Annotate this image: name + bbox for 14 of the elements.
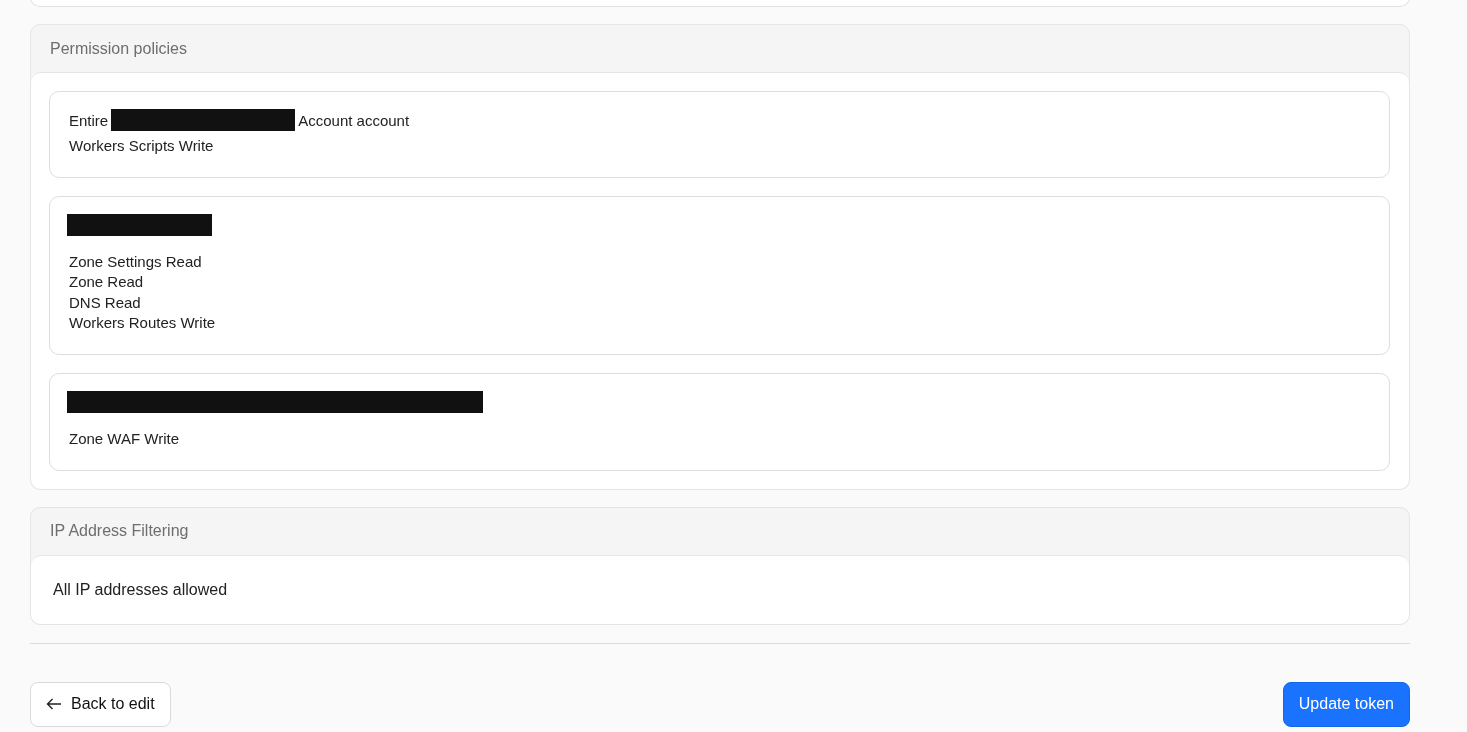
permission-text: Workers Routes Write (69, 313, 217, 334)
section-title: IP Address Filtering (50, 522, 189, 541)
ip-filter-value: All IP addresses allowed (53, 580, 228, 599)
permission-text: Zone Settings Read (69, 251, 203, 272)
scope-text: Account account (298, 111, 410, 129)
back-to-edit-button[interactable]: Back to edit (30, 681, 171, 727)
scope-text: Entire (69, 111, 109, 129)
permission-text: DNS Read (69, 292, 142, 313)
permission-text: Workers Scripts Write (69, 136, 215, 156)
permission-text: Zone Read (69, 272, 145, 293)
update-token-button[interactable]: Update token (1282, 681, 1410, 727)
left-arrow-icon (46, 698, 62, 711)
permission-text: Zone WAF Write (69, 428, 181, 449)
section-title: Permission policies (50, 39, 187, 58)
